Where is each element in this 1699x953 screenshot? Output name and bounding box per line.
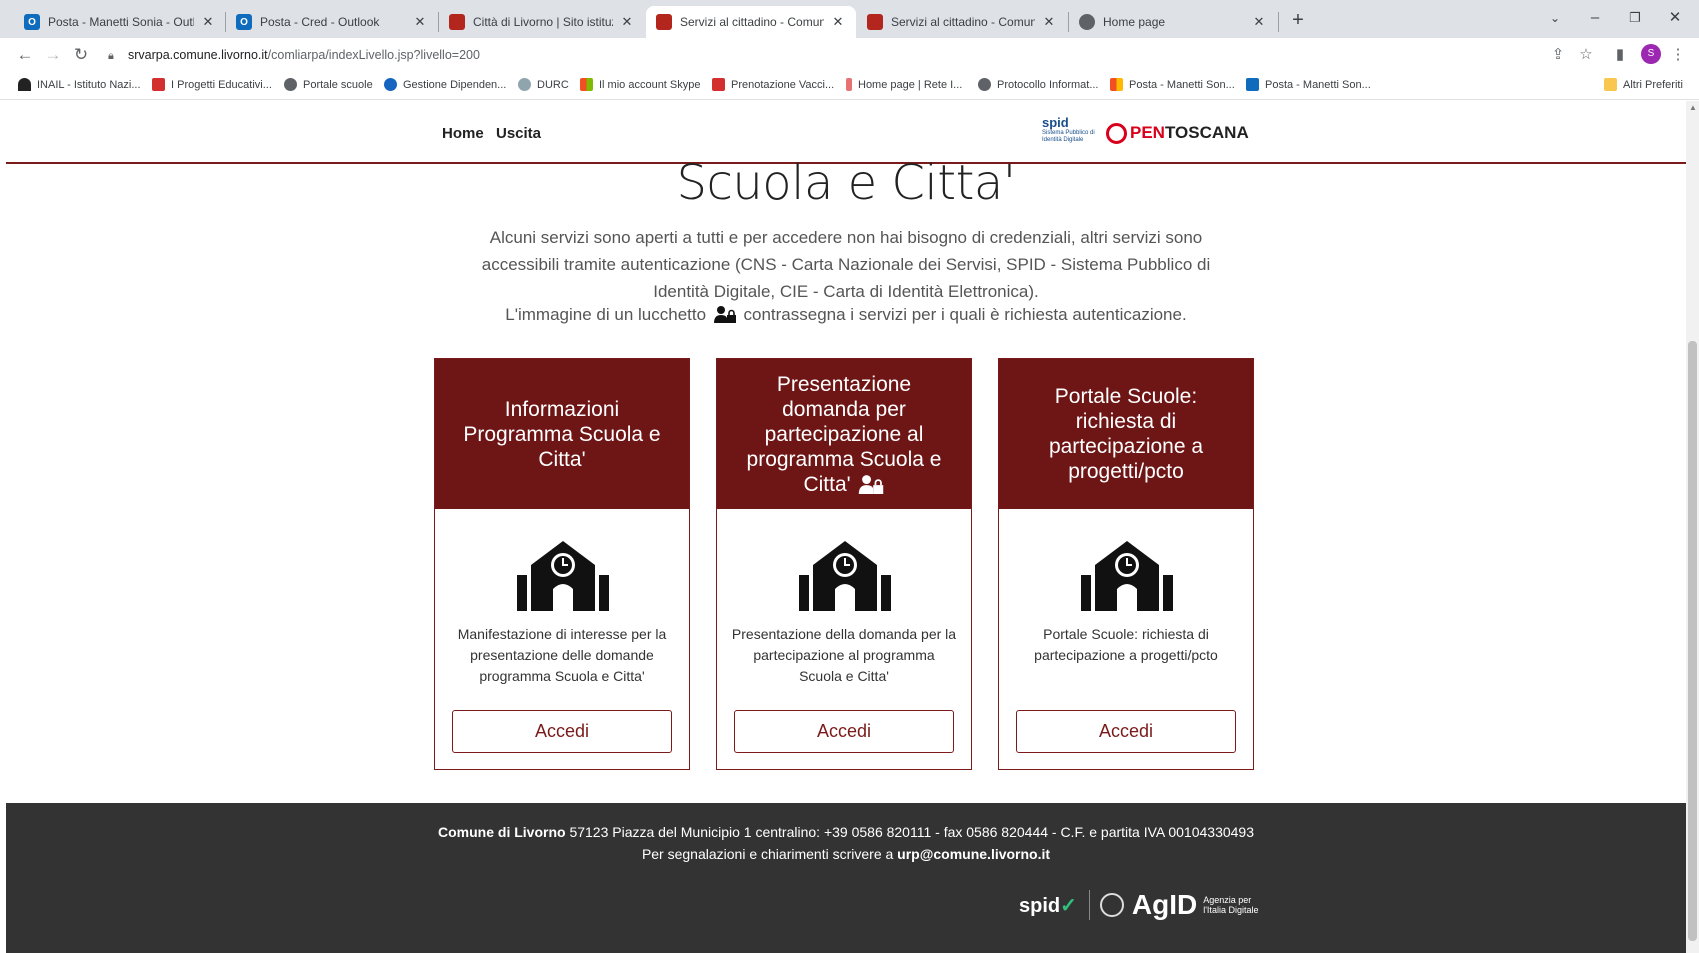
- card-title: Presentazione domanda per partecipazione…: [717, 359, 971, 509]
- durc-icon: [518, 78, 531, 91]
- school-building-icon: [517, 541, 609, 611]
- service-card: Informazioni Programma Scuola e Citta' M…: [434, 358, 690, 770]
- close-icon[interactable]: ✕: [830, 14, 846, 30]
- italian-emblem-icon: [1099, 893, 1124, 917]
- page-title: Scuola e Citta': [676, 155, 1016, 211]
- bookmark-item[interactable]: I Progetti Educativi...: [152, 78, 272, 91]
- outlook-icon: O: [236, 14, 252, 30]
- browser-tab[interactable]: O Posta - Cred - Outlook ✕: [226, 6, 438, 38]
- card-description: Portale Scuole: richiesta di partecipazi…: [1034, 626, 1218, 663]
- back-icon[interactable]: ←: [12, 42, 38, 68]
- url-field[interactable]: 🔒︎ srvarpa.comune.livorno.it/comliarpa/in…: [108, 42, 1548, 68]
- browser-tabstrip: O Posta - Manetti Sonia - Outlook ✕ O Po…: [0, 0, 1699, 38]
- browser-tab-active[interactable]: Servizi al cittadino - Comune di L ✕: [646, 6, 856, 38]
- microsoft-icon: [1110, 78, 1123, 91]
- close-window-button[interactable]: ✕: [1655, 4, 1695, 32]
- globe-icon: [978, 78, 991, 91]
- card-title: Informazioni Programma Scuola e Citta': [435, 359, 689, 509]
- spid-footer-logo: spid✓: [1019, 894, 1077, 917]
- close-icon[interactable]: ✕: [412, 14, 428, 30]
- bookmark-item[interactable]: Gestione Dipenden...: [384, 78, 506, 91]
- open-o-icon: [1106, 122, 1127, 144]
- footer-logos: spid✓ AgID Agenzia per l'Italia Digitale: [1019, 889, 1259, 920]
- close-icon[interactable]: ✕: [1251, 14, 1267, 30]
- bookmarks-bar: INAIL - Istituto Nazi... I Progetti Educ…: [0, 72, 1699, 100]
- globe-icon: [284, 78, 297, 91]
- lock-legend: L'immagine di un lucchetto contrassegna …: [505, 305, 1187, 324]
- check-icon: ✓: [1060, 894, 1077, 917]
- restore-button[interactable]: ❐: [1615, 4, 1655, 32]
- web-page: Home Uscita spid Sistema Pubblico di Ide…: [6, 101, 1686, 953]
- lock-icon: 🔒︎: [108, 50, 114, 62]
- school-project-icon: [152, 78, 165, 91]
- livorno-crest-icon: [449, 14, 465, 30]
- bookmark-item[interactable]: Posta - Manetti Son...: [1246, 78, 1371, 91]
- bookmark-item[interactable]: DURC: [518, 78, 569, 91]
- user-lock-icon: [713, 306, 736, 323]
- minimize-button[interactable]: –: [1575, 4, 1615, 32]
- globe-icon: [1079, 14, 1095, 30]
- inail-icon: [18, 78, 31, 91]
- browser-tab[interactable]: O Posta - Manetti Sonia - Outlook ✕: [14, 6, 226, 38]
- eye-icon: [384, 78, 397, 91]
- card-description: Presentazione della domanda per la parte…: [731, 626, 957, 684]
- nav-home-link[interactable]: Home: [442, 125, 484, 142]
- browser-tab[interactable]: Home page ✕: [1069, 6, 1277, 38]
- close-icon[interactable]: ✕: [1041, 14, 1057, 30]
- livorno-crest-icon: [656, 14, 672, 30]
- other-bookmarks[interactable]: Altri Preferiti: [1604, 78, 1683, 91]
- nav-exit-link[interactable]: Uscita: [496, 125, 541, 142]
- menu-icon[interactable]: ⋮: [1666, 43, 1690, 67]
- card-description: Manifestazione di interesse per la prese…: [457, 626, 667, 684]
- folder-icon: [1604, 78, 1617, 91]
- browser-tab[interactable]: Città di Livorno | Sito istituzionale ✕: [439, 6, 645, 38]
- accedi-button[interactable]: Accedi: [1016, 710, 1236, 753]
- school-building-icon: [1081, 541, 1173, 611]
- vaccine-icon: [712, 78, 725, 91]
- accedi-button[interactable]: Accedi: [452, 710, 672, 753]
- scroll-up-icon[interactable]: ▲: [1689, 103, 1697, 112]
- bookmark-item[interactable]: Home page | Rete I...: [846, 78, 962, 91]
- school-building-icon: [799, 541, 891, 611]
- outlook-icon: [1246, 78, 1259, 91]
- side-panel-icon[interactable]: ▮: [1608, 43, 1632, 67]
- user-lock-icon: [858, 474, 883, 494]
- reload-icon[interactable]: ↻: [68, 42, 94, 68]
- rete-icon: [846, 78, 852, 91]
- bookmark-item[interactable]: INAIL - Istituto Nazi...: [18, 78, 141, 91]
- site-footer: Comune di Livorno 57123 Piazza del Munic…: [6, 803, 1686, 953]
- address-bar-row: ← → ↻ 🔒︎ srvarpa.comune.livorno.it/comlia…: [0, 38, 1699, 72]
- bookmark-item[interactable]: Prenotazione Vacci...: [712, 78, 834, 91]
- star-icon[interactable]: ☆: [1574, 43, 1598, 67]
- footer-email-link[interactable]: urp@comune.livorno.it: [897, 846, 1050, 862]
- service-card: Presentazione domanda per partecipazione…: [716, 358, 972, 770]
- bookmark-item[interactable]: Portale scuole: [284, 78, 373, 91]
- intro-text: Alcuni servizi sono aperti a tutti e per…: [481, 228, 1211, 301]
- avatar[interactable]: S: [1641, 44, 1661, 64]
- scrollbar-thumb[interactable]: [1688, 341, 1697, 941]
- spid-logo: spid Sistema Pubblico di Identità Digita…: [1042, 115, 1095, 143]
- bookmark-item[interactable]: Protocollo Informat...: [978, 78, 1099, 91]
- new-tab-button[interactable]: +: [1284, 6, 1312, 34]
- footer-address: Comune di Livorno 57123 Piazza del Munic…: [438, 824, 1254, 840]
- bookmark-item[interactable]: Il mio account Skype: [580, 78, 701, 91]
- livorno-crest-icon: [867, 14, 883, 30]
- share-icon[interactable]: ⇪: [1546, 43, 1570, 67]
- service-card: Portale Scuole: richiesta di partecipazi…: [998, 358, 1254, 770]
- footer-contact: Per segnalazioni e chiarimenti scrivere …: [641, 846, 1051, 862]
- forward-icon[interactable]: →: [40, 42, 66, 68]
- card-title: Portale Scuole: richiesta di partecipazi…: [999, 359, 1253, 509]
- open-toscana-logo: PEN TOSCANA: [1106, 121, 1249, 145]
- page-scrollbar[interactable]: ▲: [1686, 101, 1699, 953]
- tab-search-icon[interactable]: ⌄: [1535, 4, 1575, 32]
- outlook-icon: O: [24, 14, 40, 30]
- bookmark-item[interactable]: Posta - Manetti Son...: [1110, 78, 1235, 91]
- microsoft-icon: [580, 78, 593, 91]
- accedi-button[interactable]: Accedi: [734, 710, 954, 753]
- close-icon[interactable]: ✕: [619, 14, 635, 30]
- browser-tab[interactable]: Servizi al cittadino - Comune di L ✕: [857, 6, 1067, 38]
- close-icon[interactable]: ✕: [200, 14, 216, 30]
